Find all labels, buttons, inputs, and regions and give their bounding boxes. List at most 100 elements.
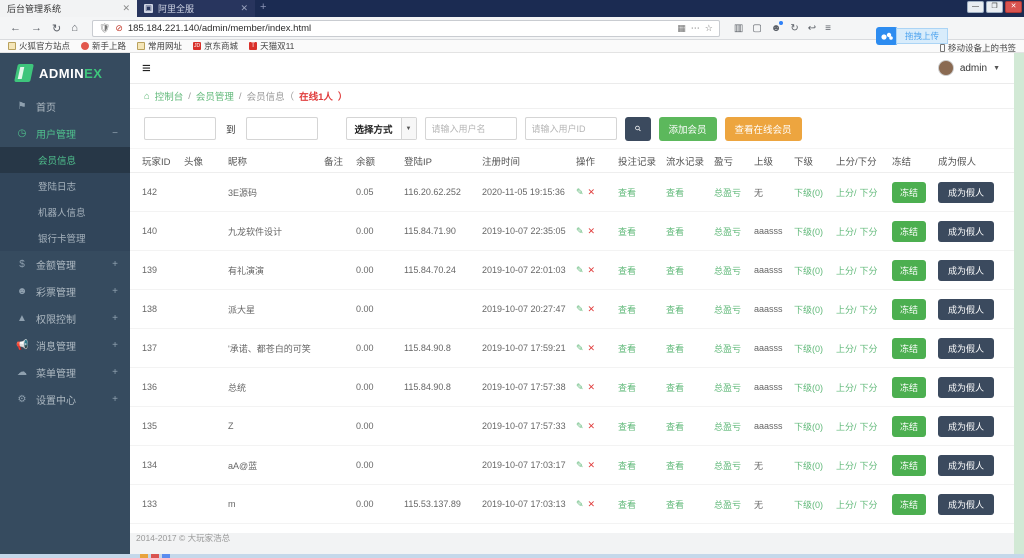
url-text[interactable]: 185.184.221.140/admin/member/index.html	[128, 23, 672, 34]
subordinate-link[interactable]: 下级(0)	[794, 381, 836, 394]
username-input[interactable]	[425, 117, 517, 140]
flow-record-link[interactable]: 查看	[666, 303, 714, 316]
edit-icon[interactable]: ✎	[576, 460, 584, 471]
sync-icon[interactable]: ↻	[790, 23, 798, 34]
breadcrumb-member-mgmt[interactable]: 会员管理	[196, 89, 234, 103]
deduct-score-link[interactable]: 下分	[860, 264, 878, 277]
deduct-score-link[interactable]: 下分	[860, 381, 878, 394]
profit-link[interactable]: 总盈亏	[714, 264, 754, 277]
become-fake-button[interactable]: 成为假人	[938, 494, 994, 515]
new-tab-button[interactable]: +	[260, 1, 266, 13]
subordinate-link[interactable]: 下级(0)	[794, 459, 836, 472]
become-fake-button[interactable]: 成为假人	[938, 221, 994, 242]
flow-record-link[interactable]: 查看	[666, 186, 714, 199]
deduct-score-link[interactable]: 下分	[860, 225, 878, 238]
range-end-input[interactable]	[246, 117, 318, 140]
subordinate-link[interactable]: 下级(0)	[794, 264, 836, 277]
add-score-link[interactable]: 上分/	[836, 498, 857, 511]
bookmark-item[interactable]: 火狐官方站点	[8, 40, 70, 52]
flow-record-link[interactable]: 查看	[666, 498, 714, 511]
select-method-dropdown[interactable]: 选择方式 ▼	[346, 117, 417, 140]
become-fake-button[interactable]: 成为假人	[938, 455, 994, 476]
maximize-button[interactable]: ❐	[986, 1, 1003, 13]
become-fake-button[interactable]: 成为假人	[938, 533, 994, 534]
tab-close-icon[interactable]: ✕	[122, 3, 130, 14]
edit-icon[interactable]: ✎	[576, 343, 584, 354]
minimize-button[interactable]: —	[967, 1, 984, 13]
add-score-link[interactable]: 上分/	[836, 459, 857, 472]
menu-icon[interactable]: ≡	[825, 23, 831, 34]
sidebar-item-lottery-mgmt[interactable]: ☻ 彩票管理 +	[0, 278, 130, 305]
delete-icon[interactable]: ✕	[588, 265, 596, 276]
subordinate-link[interactable]: 下级(0)	[794, 303, 836, 316]
profit-link[interactable]: 总盈亏	[714, 225, 754, 238]
bet-record-link[interactable]: 查看	[618, 498, 666, 511]
edit-icon[interactable]: ✎	[576, 421, 584, 432]
freeze-button[interactable]: 冻结	[892, 260, 926, 281]
delete-icon[interactable]: ✕	[588, 304, 596, 315]
become-fake-button[interactable]: 成为假人	[938, 182, 994, 203]
bookmark-item[interactable]: JD京东商城	[193, 40, 238, 52]
bet-record-link[interactable]: 查看	[618, 225, 666, 238]
deduct-score-link[interactable]: 下分	[860, 342, 878, 355]
delete-icon[interactable]: ✕	[588, 343, 596, 354]
sidebar-item-bankcard[interactable]: 银行卡管理	[0, 225, 130, 251]
more-icon[interactable]: ⋯	[691, 23, 700, 34]
sidebar-item-login-log[interactable]: 登陆日志	[0, 173, 130, 199]
view-online-button[interactable]: 查看在线会员	[725, 117, 802, 141]
add-member-button[interactable]: 添加会员	[659, 117, 717, 141]
bet-record-link[interactable]: 查看	[618, 264, 666, 277]
become-fake-button[interactable]: 成为假人	[938, 338, 994, 359]
sidebar-item-menu-mgmt[interactable]: ☁ 菜单管理 +	[0, 359, 130, 386]
sidebar-item-message-mgmt[interactable]: 📢 消息管理 +	[0, 332, 130, 359]
breadcrumb-console[interactable]: 控制台	[155, 89, 184, 103]
qr-code-icon[interactable]: ▦	[677, 23, 686, 34]
sidebar-item-home[interactable]: ⚑ 首页	[0, 93, 130, 120]
search-button[interactable]	[625, 117, 651, 141]
range-start-input[interactable]	[144, 117, 216, 140]
add-score-link[interactable]: 上分/	[836, 186, 857, 199]
bet-record-link[interactable]: 查看	[618, 459, 666, 472]
add-score-link[interactable]: 上分/	[836, 303, 857, 316]
edit-icon[interactable]: ✎	[576, 382, 584, 393]
edit-icon[interactable]: ✎	[576, 265, 584, 276]
flow-record-link[interactable]: 查看	[666, 459, 714, 472]
bet-record-link[interactable]: 查看	[618, 186, 666, 199]
become-fake-button[interactable]: 成为假人	[938, 377, 994, 398]
edit-icon[interactable]: ✎	[576, 499, 584, 510]
deduct-score-link[interactable]: 下分	[860, 420, 878, 433]
edit-icon[interactable]: ✎	[576, 226, 584, 237]
profit-link[interactable]: 总盈亏	[714, 459, 754, 472]
flow-record-link[interactable]: 查看	[666, 342, 714, 355]
freeze-button[interactable]: 冻结	[892, 338, 926, 359]
upload-badge[interactable]: 拖拽上传	[876, 27, 948, 45]
add-score-link[interactable]: 上分/	[836, 264, 857, 277]
bet-record-link[interactable]: 查看	[618, 420, 666, 433]
sidebar-item-money-mgmt[interactable]: $ 金额管理 +	[0, 251, 130, 278]
reload-icon[interactable]: ↻	[52, 22, 61, 35]
profit-link[interactable]: 总盈亏	[714, 381, 754, 394]
delete-icon[interactable]: ✕	[588, 460, 596, 471]
sidebar-toggle-icon[interactable]: ▢	[752, 23, 761, 34]
netdisk-icon[interactable]	[876, 27, 898, 45]
bookmark-star-icon[interactable]: ☆	[705, 23, 713, 34]
delete-icon[interactable]: ✕	[588, 187, 596, 198]
subordinate-link[interactable]: 下级(0)	[794, 342, 836, 355]
sidebar-item-member-info[interactable]: 会员信息	[0, 147, 130, 173]
edit-icon[interactable]: ✎	[576, 187, 584, 198]
subordinate-link[interactable]: 下级(0)	[794, 498, 836, 511]
close-button[interactable]: ✕	[1005, 1, 1022, 13]
back-icon[interactable]: ←	[10, 22, 21, 34]
logo[interactable]: ADMINEX	[0, 53, 130, 93]
freeze-button[interactable]: 冻结	[892, 182, 926, 203]
subordinate-link[interactable]: 下级(0)	[794, 420, 836, 433]
freeze-button[interactable]: 冻结	[892, 455, 926, 476]
sidebar-item-user-mgmt[interactable]: ◷ 用户管理 −	[0, 120, 130, 147]
add-score-link[interactable]: 上分/	[836, 381, 857, 394]
subordinate-link[interactable]: 下级(0)	[794, 225, 836, 238]
tab-close-icon[interactable]: ✕	[240, 3, 248, 14]
become-fake-button[interactable]: 成为假人	[938, 299, 994, 320]
add-score-link[interactable]: 上分/	[836, 342, 857, 355]
freeze-button[interactable]: 冻结	[892, 221, 926, 242]
profit-link[interactable]: 总盈亏	[714, 303, 754, 316]
